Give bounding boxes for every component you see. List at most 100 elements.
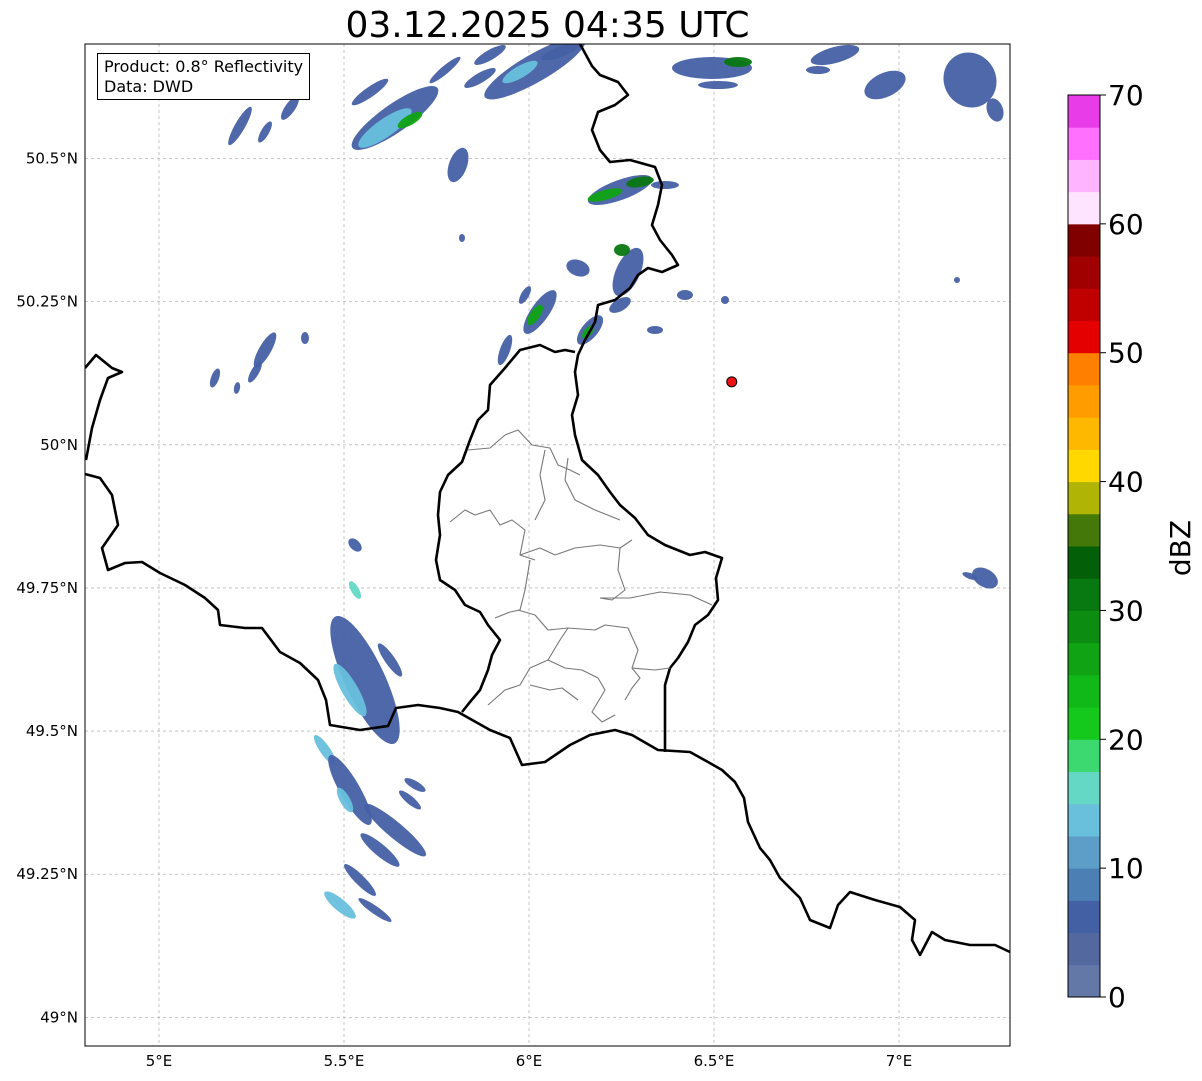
- markers: [726, 376, 738, 388]
- colorbar-segment: [1068, 835, 1100, 869]
- colorbar-segment: [1068, 481, 1100, 515]
- echo-cell: [348, 581, 362, 599]
- echo-cell: [497, 334, 513, 366]
- y-tick-label: 49.25°N: [16, 865, 78, 883]
- echo-cell: [209, 368, 221, 388]
- colorbar-segment: [1068, 223, 1100, 257]
- y-tick-labels: 49°N 49.25°N 49.5°N 49.75°N 50°N 50.25°N 50.5°…: [16, 150, 78, 1027]
- district-border: [519, 539, 633, 556]
- x-tick-labels: 5°E 5.5°E 6°E 6.5°E 7°E: [146, 1052, 913, 1070]
- colorbar-tick-label: 40: [1108, 466, 1144, 499]
- boundaries: [85, 44, 1010, 957]
- echo-cell: [954, 277, 960, 283]
- echo-cell: [447, 147, 469, 183]
- colorbar-tick-label: 0: [1108, 981, 1126, 1014]
- echo-cell: [484, 44, 586, 100]
- x-tick-label: 5°E: [146, 1052, 173, 1070]
- district-border: [529, 684, 579, 701]
- colorbar-segment: [1068, 320, 1100, 354]
- district-border: [494, 559, 531, 619]
- colorbar-segment: [1068, 932, 1100, 966]
- country-border: [434, 343, 576, 713]
- echo-cell: [677, 290, 693, 300]
- colorbar-segment: [1068, 256, 1100, 289]
- echo-cell: [614, 244, 630, 256]
- colorbar-tick-label: 10: [1108, 852, 1144, 885]
- echo-cell: [301, 332, 309, 344]
- echo-cell: [698, 81, 738, 89]
- district-border: [599, 547, 626, 601]
- echo-cell: [233, 382, 241, 394]
- echo-cell: [358, 898, 392, 922]
- echo-cell: [348, 538, 362, 552]
- y-tick-label: 50.5°N: [26, 150, 78, 168]
- y-tick-label: 50°N: [40, 436, 78, 454]
- district-border: [564, 457, 621, 521]
- district-border: [624, 627, 641, 701]
- colorbar-segment: [1068, 642, 1100, 676]
- echo-cell: [721, 296, 729, 304]
- colorbar-segment: [1068, 127, 1100, 160]
- grid: [85, 44, 1010, 1046]
- y-tick-label: 50.25°N: [16, 293, 78, 311]
- colorbar-tick-label: 20: [1108, 723, 1144, 756]
- district-border: [517, 609, 629, 631]
- echo-cell: [474, 45, 506, 65]
- echo-cell: [810, 44, 860, 66]
- echo-cell: [398, 790, 422, 810]
- x-tick-label: 7°E: [886, 1052, 913, 1070]
- echo-cell: [324, 891, 356, 919]
- colorbar-segment: [1068, 288, 1100, 321]
- country-border: [570, 44, 724, 752]
- colorbar-segment: [1068, 417, 1100, 450]
- map-frame: [84, 43, 1011, 1047]
- data-source-label: Data: DWD: [104, 77, 194, 96]
- echo-cell: [258, 121, 272, 143]
- colorbar-segment: [1068, 674, 1100, 708]
- x-tick-label: 5.5°E: [324, 1052, 365, 1070]
- country-border: [85, 353, 124, 461]
- x-tick-label: 6°E: [516, 1052, 543, 1070]
- colorbar-segment: [1068, 803, 1100, 837]
- colorbar-segment: [1068, 513, 1100, 547]
- colorbar: 0 10 20 30 40 50 60 70 dBZ: [1067, 79, 1197, 1014]
- echo-cell: [404, 778, 426, 792]
- country-border: [85, 472, 1010, 957]
- product-label: Product: 0.8° Reflectivity: [104, 57, 304, 76]
- colorbar-segment: [1068, 868, 1100, 901]
- echo-cell: [724, 57, 752, 67]
- district-border: [467, 429, 581, 476]
- info-box: Product: 0.8° Reflectivity Data: DWD: [97, 53, 311, 100]
- colorbar-segment: [1068, 546, 1100, 579]
- colorbar-segment: [1068, 771, 1100, 805]
- colorbar-segment: [1068, 900, 1100, 934]
- colorbar-segment: [1068, 610, 1100, 644]
- district-border: [534, 449, 546, 521]
- echo-cell: [864, 70, 906, 100]
- echo-cell: [351, 78, 389, 106]
- colorbar-segment: [1068, 95, 1100, 128]
- colorbar-segment: [1068, 578, 1100, 611]
- colorbar-label: dBZ: [1164, 520, 1197, 576]
- district-border: [449, 509, 536, 561]
- y-tick-label: 49.5°N: [26, 722, 78, 740]
- colorbar-tick-label: 50: [1108, 337, 1144, 370]
- colorbar-segment: [1068, 352, 1100, 386]
- echo-cell: [566, 259, 590, 277]
- colorbar-tick-label: 70: [1108, 79, 1144, 112]
- echo-cell: [253, 332, 277, 368]
- echo-cell: [328, 755, 372, 825]
- colorbar-segment: [1068, 449, 1100, 483]
- colorbar-segment: [1068, 707, 1100, 740]
- colorbar-segment: [1068, 384, 1100, 418]
- district-border: [600, 591, 713, 606]
- district-border: [631, 667, 671, 671]
- reflectivity-echoes: [209, 44, 1004, 922]
- colorbar-tick-label: 60: [1108, 208, 1144, 241]
- echo-cell: [518, 286, 532, 304]
- radar-map: 5°E 5.5°E 6°E 6.5°E 7°E 49°N 49.25°N 49.5°N 49.…: [16, 43, 1197, 1070]
- echo-cell: [647, 326, 663, 334]
- colorbar-segment: [1068, 739, 1100, 772]
- colorbar-segment: [1068, 159, 1100, 193]
- colorbar-segment: [1068, 964, 1100, 998]
